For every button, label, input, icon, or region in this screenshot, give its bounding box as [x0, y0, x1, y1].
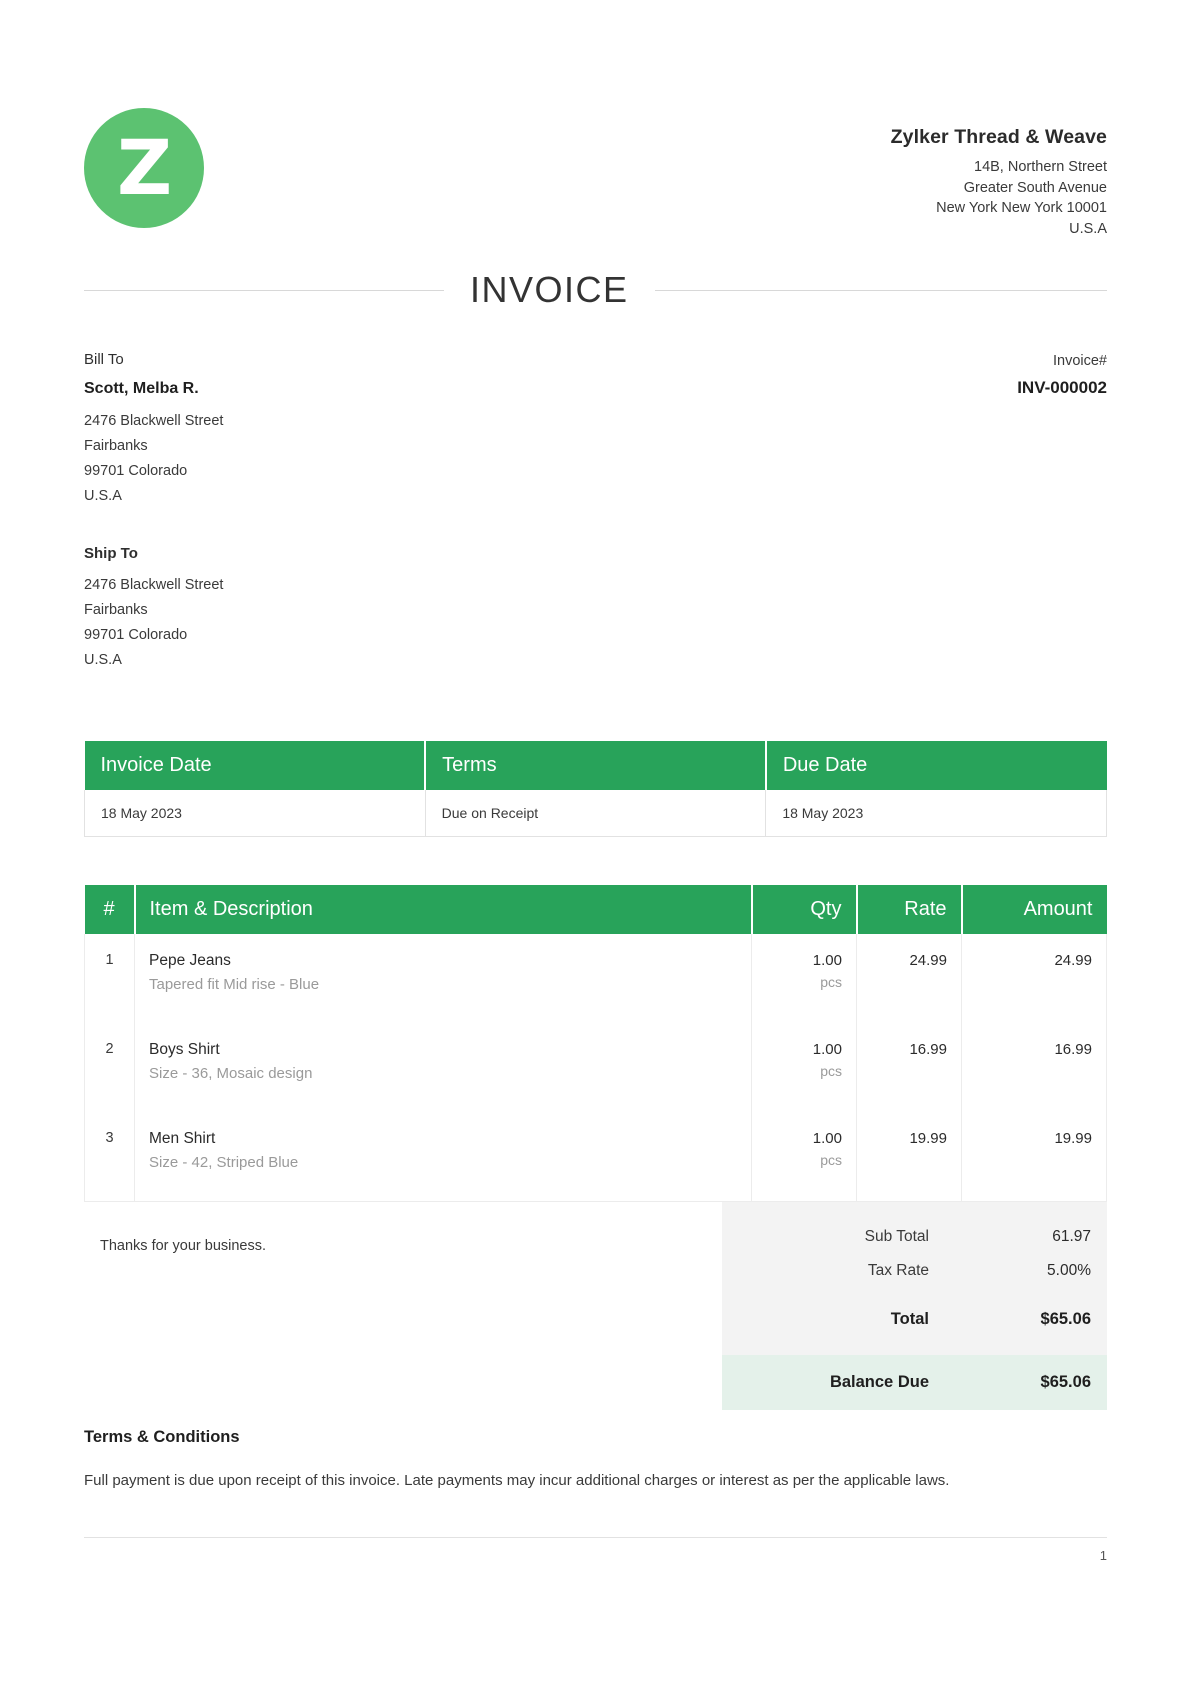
title-divider-left [84, 289, 444, 291]
table-row: 2 Boys Shirt Size - 36, Mosaic design 1.… [84, 1023, 1107, 1112]
value-invoice-date: 18 May 2023 [84, 790, 426, 837]
header-row-number: # [84, 885, 136, 934]
invoice-header: Z Zylker Thread & Weave 14B, Northern St… [84, 0, 1107, 239]
bill-to-name: Scott, Melba R. [84, 380, 199, 397]
tax-rate-row: Tax Rate 5.00% [722, 1254, 1107, 1288]
row-number: 3 [84, 1112, 135, 1202]
item-rate: 19.99 [856, 1112, 962, 1202]
total-row: Total $65.06 [722, 1288, 1107, 1341]
header-invoice-date: Invoice Date [84, 741, 427, 790]
company-address-line-3: New York New York 10001 [936, 200, 1107, 216]
row-item-cell: Men Shirt Size - 42, Striped Blue [134, 1112, 752, 1202]
row-item-cell: Pepe Jeans Tapered fit Mid rise - Blue [134, 934, 752, 1023]
item-qty: 1.00 [812, 1130, 842, 1147]
terms-and-conditions: Terms & Conditions Full payment is due u… [84, 1428, 1107, 1493]
bill-to-line-2: Fairbanks [84, 438, 148, 454]
ship-to-block: Ship To 2476 Blackwell Street Fairbanks … [84, 545, 524, 673]
sub-total-value: 61.97 [1052, 1228, 1091, 1245]
row-qty-cell: 1.00 pcs [751, 1023, 857, 1112]
table-row: 3 Men Shirt Size - 42, Striped Blue 1.00… [84, 1112, 1107, 1202]
ship-to-line-1: 2476 Blackwell Street [84, 577, 224, 593]
value-terms: Due on Receipt [424, 790, 767, 837]
invoice-number-label: Invoice# [1052, 353, 1107, 369]
tax-rate-value: 5.00% [1047, 1262, 1091, 1279]
item-amount: 16.99 [961, 1023, 1107, 1112]
item-amount: 19.99 [961, 1112, 1107, 1202]
terms-title: Terms & Conditions [84, 1428, 240, 1446]
item-qty: 1.00 [812, 952, 842, 969]
company-address-line-4: U.S.A [1069, 220, 1107, 237]
summary-row: Thanks for your business. Sub Total 61.9… [84, 1202, 1107, 1410]
header-amount: Amount [961, 885, 1107, 934]
logo-letter-z: Z [116, 123, 172, 212]
balance-due-value: $65.06 [1040, 1373, 1091, 1391]
total-label: Total [890, 1310, 929, 1328]
value-due-date: 18 May 2023 [765, 790, 1107, 837]
item-rate: 16.99 [856, 1023, 962, 1112]
item-description: Tapered fit Mid rise - Blue [149, 976, 320, 993]
address-block: Bill To Scott, Melba R. 2476 Blackwell S… [84, 351, 1107, 673]
tax-rate-label: Tax Rate [867, 1262, 929, 1279]
row-qty-cell: 1.00 pcs [751, 1112, 857, 1202]
item-name: Boys Shirt [149, 1041, 220, 1058]
header-item-description: Item & Description [134, 885, 753, 934]
sub-total-label: Sub Total [864, 1228, 929, 1245]
footer-divider [84, 1537, 1107, 1538]
header-rate: Rate [856, 885, 963, 934]
header-terms: Terms [425, 741, 767, 790]
date-table-header-row: Invoice Date Terms Due Date [84, 741, 1107, 790]
ship-to-line-3: 99701 Colorado [84, 627, 188, 643]
item-rate: 24.99 [856, 934, 962, 1023]
company-address-line-1: 14B, Northern Street [974, 159, 1107, 175]
items-header-row: # Item & Description Qty Rate Amount [84, 885, 1107, 934]
item-unit: pcs [820, 1152, 842, 1168]
company-details: Zylker Thread & Weave 14B, Northern Stre… [891, 108, 1107, 239]
row-item-cell: Boys Shirt Size - 36, Mosaic design [134, 1023, 752, 1112]
row-number: 2 [84, 1023, 135, 1112]
invoice-number-value: INV-000002 [1017, 378, 1107, 397]
balance-due-label: Balance Due [829, 1373, 929, 1391]
invoice-date-table: Invoice Date Terms Due Date 18 May 2023 … [84, 741, 1107, 837]
invoice-page: Z Zylker Thread & Weave 14B, Northern St… [0, 0, 1191, 1684]
page-title: INVOICE [470, 269, 629, 310]
header-qty: Qty [751, 885, 858, 934]
item-name: Pepe Jeans [149, 952, 231, 969]
totals-block: Sub Total 61.97 Tax Rate 5.00% Total $65… [722, 1202, 1107, 1410]
invoice-number-block: Invoice# INV-000002 [1017, 351, 1107, 673]
balance-due-row: Balance Due $65.06 [722, 1355, 1107, 1410]
item-description: Size - 42, Striped Blue [149, 1154, 299, 1171]
company-logo: Z [84, 108, 204, 228]
bill-to-block: Bill To Scott, Melba R. 2476 Blackwell S… [84, 351, 524, 673]
item-name: Men Shirt [149, 1130, 216, 1147]
invoice-title-row: INVOICE [84, 269, 1107, 311]
ship-to-label: Ship To [84, 545, 138, 562]
table-row: 1 Pepe Jeans Tapered fit Mid rise - Blue… [84, 934, 1107, 1023]
thanks-note: Thanks for your business. [100, 1238, 267, 1254]
bill-to-label: Bill To [84, 351, 124, 368]
item-description: Size - 36, Mosaic design [149, 1065, 313, 1082]
bill-to-line-3: 99701 Colorado [84, 463, 188, 479]
sub-total-row: Sub Total 61.97 [722, 1220, 1107, 1254]
item-amount: 24.99 [961, 934, 1107, 1023]
item-unit: pcs [820, 1063, 842, 1079]
company-address-line-2: Greater South Avenue [963, 179, 1107, 196]
company-name: Zylker Thread & Weave [890, 126, 1107, 148]
title-divider-right [654, 289, 1107, 291]
terms-body: Full payment is due upon receipt of this… [84, 1472, 950, 1489]
ship-to-line-2: Fairbanks [84, 602, 148, 618]
bill-to-line-1: 2476 Blackwell Street [84, 413, 224, 429]
total-value: $65.06 [1040, 1310, 1091, 1328]
page-number: 1 [1099, 1548, 1107, 1563]
date-table-row: 18 May 2023 Due on Receipt 18 May 2023 [84, 790, 1107, 837]
bill-to-line-4: U.S.A [84, 488, 122, 504]
ship-to-line-4: U.S.A [84, 652, 122, 668]
line-items-table: # Item & Description Qty Rate Amount 1 P… [84, 885, 1107, 1202]
item-qty: 1.00 [812, 1041, 842, 1058]
totals-grey-section: Sub Total 61.97 Tax Rate 5.00% Total $65… [722, 1202, 1107, 1355]
header-due-date: Due Date [765, 741, 1107, 790]
item-unit: pcs [820, 974, 842, 990]
row-qty-cell: 1.00 pcs [751, 934, 857, 1023]
row-number: 1 [84, 934, 135, 1023]
